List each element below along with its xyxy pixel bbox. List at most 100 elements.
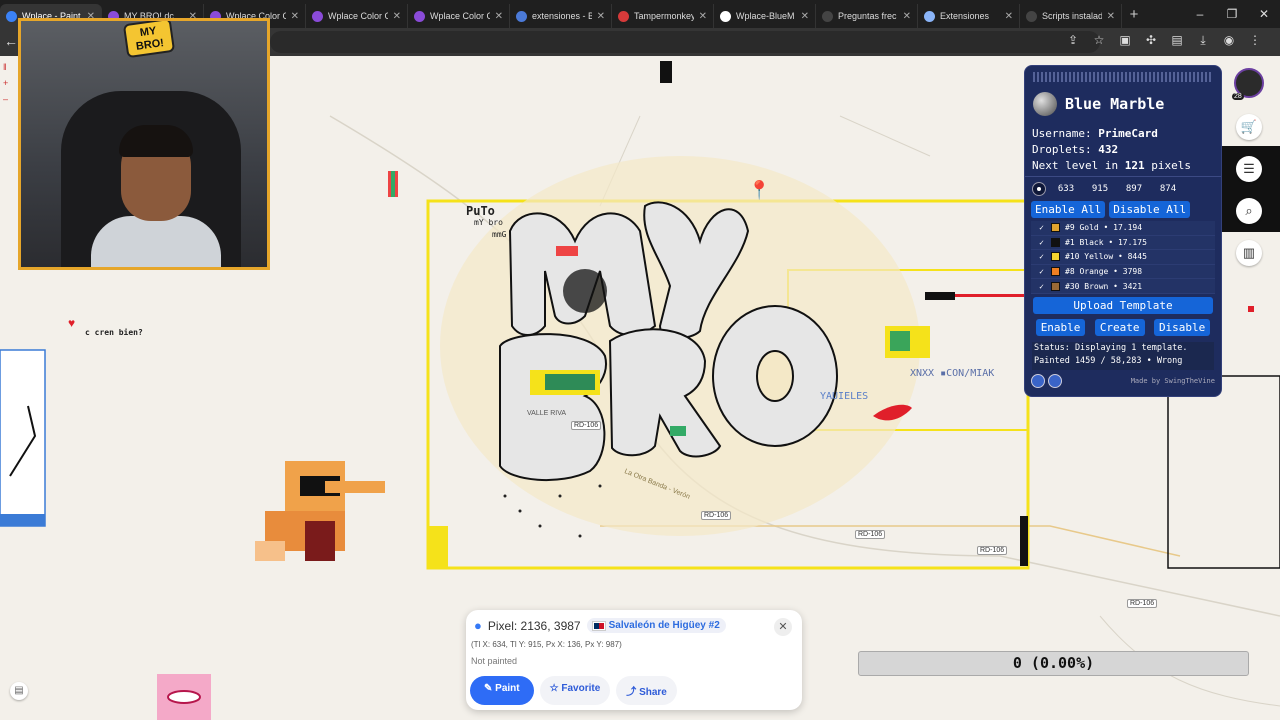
color-label: #8 Orange • 3798 bbox=[1065, 267, 1143, 277]
tab-favicon-icon bbox=[822, 10, 833, 22]
puzzle-icon[interactable]: ✣ bbox=[1144, 33, 1158, 48]
user-avatar[interactable]: 28 bbox=[1232, 68, 1264, 100]
favorite-button[interactable]: ☆ Favorite bbox=[539, 676, 611, 705]
disable-all-button[interactable]: Disable All bbox=[1109, 201, 1191, 218]
color-row[interactable]: ✓ #30 Brown • 3421 bbox=[1031, 279, 1215, 294]
coord-pixel-x[interactable]: 897 bbox=[1120, 184, 1148, 194]
right-sidebar: 28 🛒 ☰ ⌕ ▥ bbox=[1232, 68, 1266, 266]
color-row[interactable]: ✓ #9 Gold • 17.194 bbox=[1031, 221, 1215, 236]
road-label: RD-106 bbox=[977, 546, 1008, 555]
check-icon[interactable]: ✓ bbox=[1037, 238, 1046, 247]
enable-all-button[interactable]: Enable All bbox=[1031, 201, 1106, 218]
rail-icon[interactable]: – bbox=[3, 94, 14, 104]
maximize-button[interactable]: ❐ bbox=[1216, 7, 1248, 21]
sidebar-icon[interactable]: ▤ bbox=[1170, 33, 1184, 48]
new-tab-button[interactable]: + bbox=[1122, 6, 1146, 23]
tab-favicon-icon bbox=[618, 10, 629, 22]
tab-close-icon[interactable]: ✕ bbox=[597, 11, 605, 22]
art-text: PuTo bbox=[466, 204, 495, 218]
color-label: #1 Black • 17.175 bbox=[1065, 237, 1147, 247]
browser-tab[interactable]: extensiones - B ✕ bbox=[510, 4, 612, 28]
upload-template-button[interactable]: Upload Template bbox=[1033, 296, 1213, 314]
road-label: RD-106 bbox=[855, 530, 886, 539]
color-row[interactable]: ✓ #1 Black • 17.175 bbox=[1031, 235, 1215, 251]
tab-close-icon[interactable]: ✕ bbox=[291, 11, 299, 22]
rail-icon[interactable]: ‖ bbox=[3, 62, 14, 72]
back-icon[interactable]: ← bbox=[4, 33, 18, 49]
search-pixel-icon[interactable]: ⌕ bbox=[1236, 198, 1262, 224]
group-icon[interactable]: ☰ bbox=[1236, 156, 1262, 182]
browser-tab[interactable]: Wplace-BlueM ✕ bbox=[714, 4, 816, 28]
browser-tab[interactable]: Preguntas frec ✕ bbox=[816, 4, 918, 28]
paint-label: Paint bbox=[495, 683, 520, 694]
coord-pixel-y[interactable]: 874 bbox=[1154, 184, 1182, 194]
address-bar[interactable] bbox=[270, 31, 1100, 53]
panel-title: Blue Marble bbox=[1065, 95, 1165, 113]
browser-tab[interactable]: Wplace Color C ✕ bbox=[408, 4, 510, 28]
disable-button[interactable]: Disable bbox=[1153, 318, 1211, 336]
browser-tab[interactable]: Tampermonkey ✕ bbox=[612, 4, 714, 28]
close-window-button[interactable]: ✕ bbox=[1248, 7, 1280, 21]
location-pin-icon[interactable]: 📍 bbox=[748, 180, 770, 201]
paint-status: Not painted bbox=[471, 656, 518, 666]
place-badge[interactable]: Salvaleón de Higüey #2 bbox=[586, 618, 726, 633]
credit-text: Made by SwingTheVine bbox=[1130, 376, 1215, 385]
browser-tab[interactable]: Scripts instalad ✕ bbox=[1020, 4, 1122, 28]
tab-close-icon[interactable]: ✕ bbox=[393, 11, 401, 22]
color-row[interactable]: ✓ #10 Yellow • 8445 bbox=[1031, 250, 1215, 265]
minimize-button[interactable]: – bbox=[1184, 7, 1216, 21]
download-icon[interactable]: ⤓ bbox=[1196, 33, 1210, 48]
create-button[interactable]: Create bbox=[1094, 318, 1145, 336]
globe-link-icon[interactable] bbox=[1048, 373, 1062, 388]
layers-icon[interactable]: ▤ bbox=[10, 682, 28, 700]
install-icon[interactable]: ⇪ bbox=[1066, 33, 1080, 48]
tab-title: Preguntas frec bbox=[838, 11, 897, 21]
tab-close-icon[interactable]: ✕ bbox=[903, 11, 911, 22]
tab-favicon-icon bbox=[6, 10, 17, 22]
droplets-label: Droplets: bbox=[1032, 143, 1092, 156]
extension-icon[interactable]: ▣ bbox=[1118, 33, 1132, 48]
toolbar-icons: ⇪ ☆ ▣ ✣ ▤ ⤓ ◉ ⋮ bbox=[1066, 33, 1262, 48]
store-icon[interactable]: 🛒 bbox=[1236, 114, 1262, 140]
coord-tile-y[interactable]: 915 bbox=[1086, 184, 1114, 194]
tab-favicon-icon bbox=[516, 10, 527, 22]
tab-close-icon[interactable]: ✕ bbox=[1107, 11, 1115, 22]
enable-button[interactable]: Enable bbox=[1035, 318, 1086, 336]
tab-close-icon[interactable]: ✕ bbox=[495, 11, 503, 22]
tab-close-icon[interactable]: ✕ bbox=[801, 11, 809, 22]
tab-title: Wplace Color C bbox=[328, 11, 388, 21]
menu-icon[interactable]: ⋮ bbox=[1248, 33, 1262, 48]
check-icon[interactable]: ✓ bbox=[1037, 282, 1046, 291]
tab-close-icon[interactable]: ✕ bbox=[699, 11, 707, 22]
check-icon[interactable]: ✓ bbox=[1037, 252, 1046, 261]
drag-handle[interactable] bbox=[1033, 72, 1213, 82]
profile-icon[interactable]: ◉ bbox=[1222, 33, 1236, 48]
tab-title: Tampermonkey bbox=[634, 11, 694, 21]
tab-close-icon[interactable]: ✕ bbox=[1005, 11, 1013, 22]
browser-tab[interactable]: Wplace Color C ✕ bbox=[306, 4, 408, 28]
share-button[interactable]: ⤴ Share bbox=[616, 676, 677, 705]
color-filter-list: ✓ #9 Gold • 17.194 ✓ #1 Black • 17.175 ✓ #1… bbox=[1031, 221, 1215, 294]
bookmark-star-icon[interactable]: ☆ bbox=[1092, 33, 1106, 48]
check-icon[interactable]: ✓ bbox=[1037, 223, 1046, 232]
leaderboard-icon[interactable]: ▥ bbox=[1236, 240, 1262, 266]
level-badge: 28 bbox=[1232, 93, 1244, 100]
tab-title: Wplace-BlueM bbox=[736, 11, 795, 21]
close-icon[interactable]: ✕ bbox=[774, 618, 792, 636]
left-rail: ‖ + – bbox=[0, 56, 14, 176]
browser-tab[interactable]: Extensiones ✕ bbox=[918, 4, 1020, 28]
paint-button[interactable]: ✎ Paint bbox=[470, 676, 534, 705]
pixel-info-card: ● Pixel: 2136, 3987 Salvaleón de Higüey … bbox=[466, 610, 802, 710]
settings-icon[interactable] bbox=[1031, 373, 1045, 388]
template-progress-bar: 0 (0.00%) bbox=[858, 651, 1249, 676]
place-name: Salvaleón de Higüey #2 bbox=[608, 620, 720, 631]
color-swatch bbox=[1051, 281, 1060, 291]
check-icon[interactable]: ✓ bbox=[1037, 267, 1046, 276]
pin-icon[interactable] bbox=[1032, 182, 1046, 196]
status-text: Status: Displaying 1 template. Painted 1… bbox=[1032, 341, 1214, 370]
place-label: VALLE RIVA bbox=[527, 410, 567, 417]
coord-tile-x[interactable]: 633 bbox=[1052, 184, 1080, 194]
color-row[interactable]: ✓ #8 Orange • 3798 bbox=[1031, 264, 1215, 280]
art-text: c cren bien? bbox=[85, 328, 143, 337]
rail-icon[interactable]: + bbox=[3, 78, 14, 88]
